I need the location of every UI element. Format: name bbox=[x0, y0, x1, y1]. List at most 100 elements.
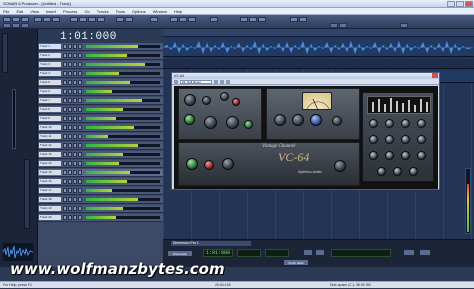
solo-button[interactable] bbox=[68, 134, 72, 139]
record-arm-button[interactable] bbox=[73, 53, 77, 58]
tool-draw-icon[interactable] bbox=[179, 17, 187, 22]
new-icon[interactable] bbox=[3, 17, 11, 22]
vc64-knob-15[interactable] bbox=[222, 158, 234, 170]
plugin-delete-preset-icon[interactable] bbox=[220, 79, 224, 84]
track-row[interactable]: Track 6 bbox=[38, 88, 163, 96]
eq-knob-13[interactable] bbox=[377, 167, 386, 176]
tool-select-icon[interactable] bbox=[170, 17, 178, 22]
track-name[interactable]: Track 9 bbox=[39, 116, 61, 121]
record-arm-button[interactable] bbox=[73, 197, 77, 202]
record-arm-button[interactable] bbox=[73, 80, 77, 85]
eq-knob-6[interactable] bbox=[385, 135, 394, 144]
track-row[interactable]: Track 2 bbox=[38, 52, 163, 60]
piano-roll-icon[interactable] bbox=[249, 17, 257, 22]
solo-button[interactable] bbox=[68, 80, 72, 85]
snap-icon[interactable] bbox=[150, 17, 158, 22]
metronome-icon[interactable] bbox=[210, 17, 218, 22]
solo-button[interactable] bbox=[68, 179, 72, 184]
vc64-knob-16[interactable] bbox=[334, 160, 346, 172]
redo-icon[interactable] bbox=[299, 17, 307, 22]
track-name[interactable]: Track 7 bbox=[39, 98, 61, 103]
mute-button[interactable] bbox=[63, 116, 67, 121]
eq-knob-4[interactable] bbox=[417, 119, 426, 128]
mute-button[interactable] bbox=[63, 152, 67, 157]
solo-button[interactable] bbox=[68, 143, 72, 148]
track-row[interactable]: Track 17 bbox=[38, 187, 163, 195]
loop-icon[interactable] bbox=[116, 17, 124, 22]
eq-knob-9[interactable] bbox=[369, 151, 378, 160]
paste-icon[interactable] bbox=[52, 17, 60, 22]
play-icon[interactable] bbox=[88, 17, 96, 22]
vc64-knob-8[interactable] bbox=[244, 120, 253, 129]
plugin-bypass-icon[interactable] bbox=[174, 79, 178, 84]
synth-next-button[interactable] bbox=[315, 249, 325, 256]
input-echo-button[interactable] bbox=[78, 152, 82, 157]
solo-button[interactable] bbox=[68, 215, 72, 220]
track-name[interactable]: Track 17 bbox=[39, 188, 61, 193]
mute-button[interactable] bbox=[63, 62, 67, 67]
minimize-button[interactable] bbox=[447, 1, 455, 7]
solo-button[interactable] bbox=[68, 71, 72, 76]
input-echo-button[interactable] bbox=[78, 161, 82, 166]
menu-tracks[interactable]: Tracks bbox=[97, 8, 109, 14]
mute-button[interactable] bbox=[63, 143, 67, 148]
track-name[interactable]: Track 19 bbox=[39, 206, 61, 211]
marker-icon[interactable] bbox=[330, 23, 338, 28]
plugin-ab-icon[interactable] bbox=[226, 79, 230, 84]
record-arm-button[interactable] bbox=[73, 98, 77, 103]
track-name[interactable]: Track 10 bbox=[39, 125, 61, 130]
staff-icon[interactable] bbox=[258, 17, 266, 22]
track-row[interactable]: Track 5 bbox=[38, 79, 163, 87]
input-echo-button[interactable] bbox=[78, 53, 82, 58]
input-echo-button[interactable] bbox=[78, 206, 82, 211]
mute-button[interactable] bbox=[63, 206, 67, 211]
track-row[interactable]: Track 7 bbox=[38, 97, 163, 105]
eq-knob-2[interactable] bbox=[385, 119, 394, 128]
audio-clip-1[interactable] bbox=[163, 39, 474, 57]
eq-knob-12[interactable] bbox=[417, 151, 426, 160]
record-arm-button[interactable] bbox=[73, 44, 77, 49]
tool-erase-icon[interactable] bbox=[188, 17, 196, 22]
track-name[interactable]: Track 16 bbox=[39, 179, 61, 184]
solo-button[interactable] bbox=[68, 161, 72, 166]
mute-button[interactable] bbox=[63, 125, 67, 130]
record-arm-button[interactable] bbox=[73, 107, 77, 112]
eq-knob-15[interactable] bbox=[409, 167, 418, 176]
record-arm-button[interactable] bbox=[73, 116, 77, 121]
input-echo-button[interactable] bbox=[78, 62, 82, 67]
mute-button[interactable] bbox=[63, 89, 67, 94]
zoom-in-icon[interactable] bbox=[3, 23, 11, 28]
synth-props-button[interactable] bbox=[419, 249, 431, 256]
plugin-close-button[interactable] bbox=[432, 73, 438, 78]
record-arm-button[interactable] bbox=[73, 143, 77, 148]
mute-button[interactable] bbox=[63, 44, 67, 49]
solo-button[interactable] bbox=[68, 98, 72, 103]
solo-button[interactable] bbox=[68, 152, 72, 157]
track-name[interactable]: Track 5 bbox=[39, 80, 61, 85]
vc64-knob-14[interactable] bbox=[204, 160, 214, 170]
eq-knob-3[interactable] bbox=[401, 119, 410, 128]
mute-button[interactable] bbox=[63, 71, 67, 76]
menu-help[interactable]: Help bbox=[174, 8, 182, 14]
vc64-knob-7[interactable] bbox=[226, 116, 239, 129]
mute-button[interactable] bbox=[63, 80, 67, 85]
rewind-icon[interactable] bbox=[70, 17, 78, 22]
eq-knob-14[interactable] bbox=[393, 167, 402, 176]
track-row[interactable]: Track 11 bbox=[38, 133, 163, 141]
open-icon[interactable] bbox=[12, 17, 20, 22]
menu-tools[interactable]: Tools bbox=[116, 8, 125, 14]
input-echo-button[interactable] bbox=[78, 125, 82, 130]
track-row[interactable]: Track 9 bbox=[38, 115, 163, 123]
undo-icon[interactable] bbox=[290, 17, 298, 22]
input-echo-button[interactable] bbox=[78, 170, 82, 175]
record-arm-button[interactable] bbox=[73, 170, 77, 175]
eq-knob-1[interactable] bbox=[369, 119, 378, 128]
track-row[interactable]: Track 20 bbox=[38, 214, 163, 222]
plugin-save-preset-icon[interactable] bbox=[214, 79, 218, 84]
input-echo-button[interactable] bbox=[78, 188, 82, 193]
vc64-knob-9[interactable] bbox=[274, 114, 286, 126]
record-arm-button[interactable] bbox=[73, 179, 77, 184]
input-echo-button[interactable] bbox=[78, 179, 82, 184]
input-echo-button[interactable] bbox=[78, 197, 82, 202]
track-name[interactable]: Track 15 bbox=[39, 170, 61, 175]
